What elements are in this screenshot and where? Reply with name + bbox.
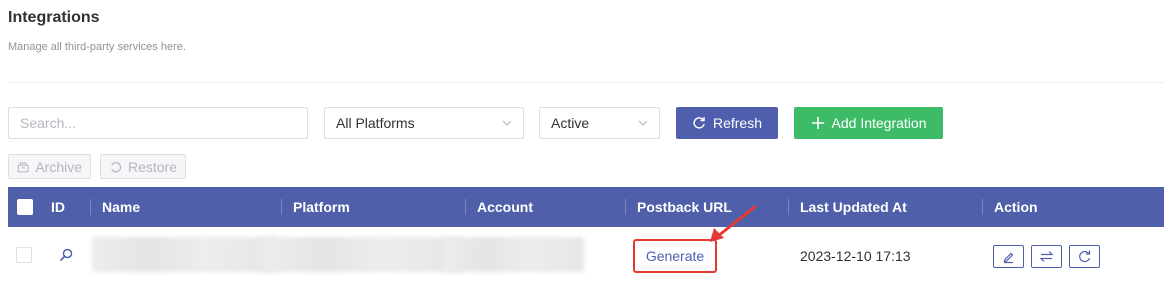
restore-icon	[111, 161, 122, 172]
last-updated-value: 2023-12-10 17:13	[800, 248, 911, 264]
redacted-name	[92, 237, 277, 272]
swap-icon	[1039, 251, 1054, 262]
page-subtitle: Manage all third-party services here.	[8, 41, 186, 53]
edit-button[interactable]	[993, 245, 1024, 268]
refresh-label: Refresh	[712, 115, 763, 131]
refresh-icon	[693, 117, 705, 129]
divider	[8, 82, 1164, 83]
archive-icon	[17, 162, 29, 172]
table-row: Generate 2023-12-10 17:13	[8, 230, 1164, 281]
plus-icon	[811, 117, 824, 129]
column-separator	[982, 199, 983, 215]
column-header-id[interactable]: ID	[51, 187, 65, 227]
column-header-name[interactable]: Name	[102, 187, 140, 227]
add-integration-button[interactable]: Add Integration	[794, 107, 943, 139]
restore-label: Restore	[127, 158, 177, 175]
column-header-platform[interactable]: Platform	[293, 187, 350, 227]
page-title: Integrations	[8, 9, 100, 26]
restore-button[interactable]: Restore	[100, 154, 186, 179]
redacted-platform	[263, 237, 463, 272]
row-refresh-button[interactable]	[1069, 245, 1100, 268]
refresh-button[interactable]: Refresh	[676, 107, 778, 139]
table-header: ID Name Platform Account Postback URL La…	[8, 187, 1164, 227]
column-header-action: Action	[994, 199, 1038, 215]
redacted-account	[444, 237, 584, 272]
add-integration-label: Add Integration	[831, 115, 927, 131]
column-separator	[788, 199, 789, 215]
column-separator	[465, 199, 466, 215]
edit-icon	[1003, 252, 1014, 264]
search-input[interactable]	[8, 107, 308, 139]
row-checkbox[interactable]	[16, 247, 32, 263]
chevron-down-icon	[638, 120, 648, 126]
archive-button[interactable]: Archive	[8, 154, 91, 179]
archive-label: Archive	[35, 158, 82, 175]
platform-select-value: All Platforms	[336, 115, 415, 131]
annotation-arrow-icon	[710, 204, 757, 242]
search-icon[interactable]	[58, 247, 74, 263]
refresh-icon	[1079, 250, 1091, 263]
column-separator	[90, 199, 91, 215]
column-header-last-updated[interactable]: Last Updated At	[800, 187, 907, 227]
column-separator	[281, 199, 282, 215]
column-separator	[625, 199, 626, 215]
select-all-checkbox[interactable]	[17, 199, 33, 215]
chevron-down-icon	[502, 120, 512, 126]
platform-select[interactable]: All Platforms	[324, 107, 524, 139]
column-header-account[interactable]: Account	[477, 187, 533, 227]
swap-button[interactable]	[1031, 245, 1062, 268]
status-select-value: Active	[551, 115, 590, 131]
status-select[interactable]: Active	[539, 107, 660, 139]
